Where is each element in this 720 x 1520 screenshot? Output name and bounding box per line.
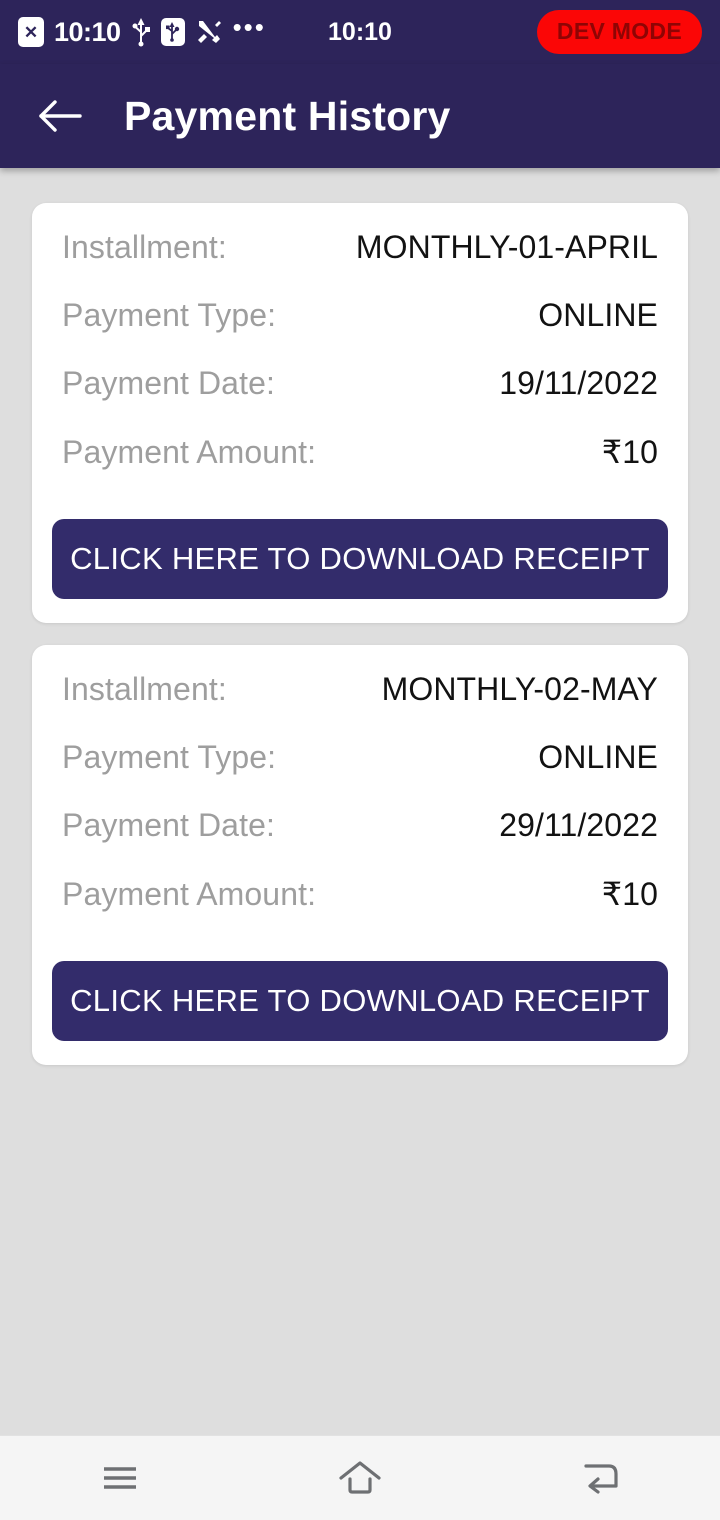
payment-date-label: Payment Date:: [62, 365, 275, 401]
back-arrow-icon[interactable]: [36, 92, 84, 140]
installment-value: MONTHLY-01-APRIL: [355, 229, 658, 265]
payment-amount-row: Payment Amount: ₹10: [52, 433, 668, 501]
download-receipt-button[interactable]: CLICK HERE TO DOWNLOAD RECEIPT: [52, 961, 668, 1041]
payment-date-row: Payment Date: 19/11/2022: [52, 365, 668, 433]
dev-mode-badge: DEV MODE: [536, 10, 702, 54]
android-navigation-bar: [0, 1435, 720, 1520]
installment-label: Installment:: [62, 671, 227, 707]
payment-date-value: 29/11/2022: [499, 807, 658, 843]
status-bar-time-left: 10:10: [54, 16, 121, 47]
payment-amount-value: ₹10: [601, 876, 658, 912]
payment-amount-label: Payment Amount:: [62, 434, 317, 470]
payment-type-label: Payment Type:: [62, 739, 277, 775]
installment-row: Installment: MONTHLY-02-MAY: [52, 671, 668, 739]
home-icon[interactable]: [305, 1443, 415, 1513]
payment-type-value: ONLINE: [538, 297, 658, 333]
payment-type-label: Payment Type:: [62, 297, 277, 333]
payment-date-label: Payment Date:: [62, 807, 275, 843]
payment-amount-label: Payment Amount:: [62, 876, 317, 912]
tools-icon: [195, 18, 223, 46]
page-title: Payment History: [124, 92, 451, 139]
payment-date-row: Payment Date: 29/11/2022: [52, 807, 668, 875]
back-nav-icon[interactable]: [545, 1443, 655, 1513]
installment-value: MONTHLY-02-MAY: [381, 671, 658, 707]
sim-x-icon: ✕: [18, 17, 44, 47]
usb-icon: [131, 17, 151, 47]
status-overflow-icon: •••: [232, 12, 266, 43]
payment-date-value: 19/11/2022: [499, 365, 658, 401]
recents-menu-icon[interactable]: [65, 1443, 175, 1513]
payment-card: Installment: MONTHLY-02-MAY Payment Type…: [32, 645, 688, 1065]
payment-amount-value: ₹10: [601, 434, 658, 470]
payment-amount-row: Payment Amount: ₹10: [52, 875, 668, 943]
status-bar-left: ✕ 10:10 •••: [18, 12, 266, 48]
installment-row: Installment: MONTHLY-01-APRIL: [52, 229, 668, 297]
usb-debug-icon: [160, 18, 185, 46]
payment-type-row: Payment Type: ONLINE: [52, 297, 668, 365]
payment-type-value: ONLINE: [538, 739, 658, 775]
download-receipt-button[interactable]: CLICK HERE TO DOWNLOAD RECEIPT: [52, 519, 668, 599]
installment-label: Installment:: [62, 229, 227, 265]
payment-card: Installment: MONTHLY-01-APRIL Payment Ty…: [32, 203, 688, 623]
payment-type-row: Payment Type: ONLINE: [52, 739, 668, 807]
payment-list: Installment: MONTHLY-01-APRIL Payment Ty…: [0, 168, 720, 1065]
status-bar: ✕ 10:10 ••• 10:10 DEV MODE: [0, 0, 720, 64]
app-bar: Payment History: [0, 64, 720, 168]
